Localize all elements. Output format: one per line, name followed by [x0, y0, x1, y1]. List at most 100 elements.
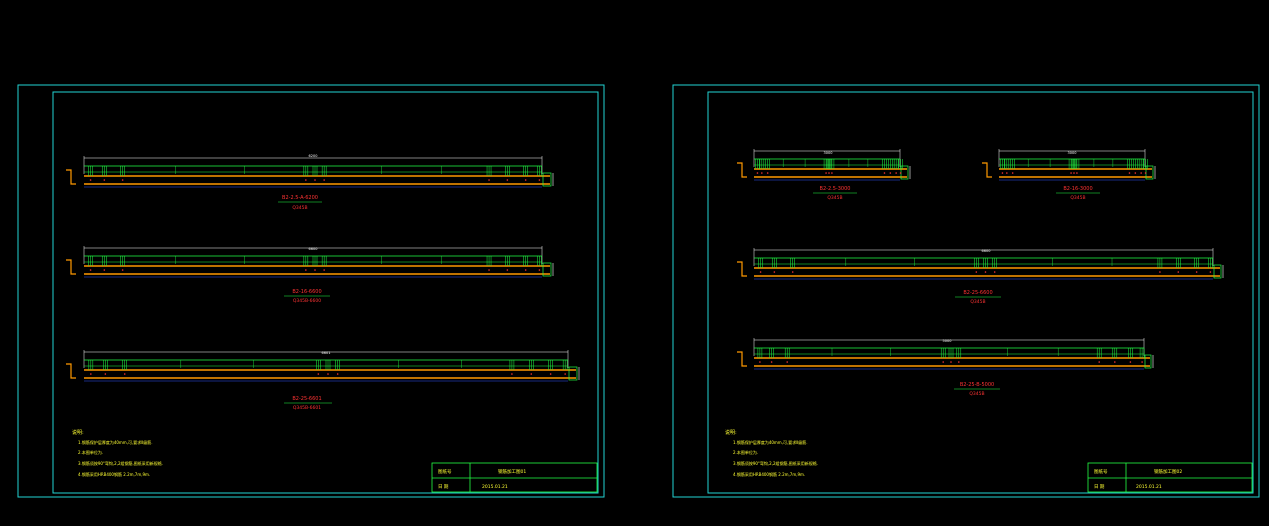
- beam-right-4-stirrup-dot: [950, 361, 952, 363]
- beam-left-3-dim: 6601: [322, 351, 331, 355]
- beam-right-2-stirrup-dot: [1011, 172, 1014, 174]
- beam-right-2-code: B2-16-3000: [1063, 186, 1092, 192]
- beam-left-1-dim: 6200: [309, 154, 318, 158]
- beam-right-3-stirrup-dot: [984, 271, 987, 273]
- beam-right-2-stirrup-dot: [1128, 172, 1131, 174]
- beam-right-2-stirrup-dot: [1076, 172, 1078, 174]
- title-block-right-value-b: 2015.01.21: [1136, 484, 1162, 490]
- beam-left-1-stirrup-dot: [488, 179, 490, 181]
- beam-right-2-stirrup-dot: [1144, 172, 1147, 174]
- beam-left-2-stirrup-dot: [488, 269, 490, 271]
- beam-left-3-stirrup-dot: [123, 373, 126, 375]
- beam-right-4-stirrup-dot: [1129, 361, 1132, 363]
- beam-left-2-sub: Q345B-6600: [293, 298, 321, 304]
- beam-left-2-stirrup-dot: [121, 269, 124, 271]
- model-space-background: [0, 0, 1269, 526]
- beam-left-3-sub: Q345B-6601: [293, 405, 321, 411]
- beam-right-3-sub: Q345B: [970, 299, 985, 305]
- title-block-left-value-a: 钢筋加工图01: [498, 468, 526, 475]
- beam-right-1-stirrup-dot: [761, 172, 763, 174]
- beam-right-3-stirrup-dot: [759, 271, 762, 273]
- beam-left-3-stirrup-dot: [511, 373, 513, 375]
- beam-left-1-stirrup-dot: [314, 179, 316, 181]
- beam-right-1-stirrup-dot: [883, 172, 886, 174]
- beam-right-4-dim: 5000: [943, 339, 952, 343]
- beam-right-1-stirrup-dot: [766, 172, 769, 174]
- notes-right-item-1: 1.钢筋保护层厚度为40mm,可,要求Ⅱ级筋.: [733, 439, 807, 445]
- notes-right-item-2: 2.本图单位为.: [733, 449, 758, 455]
- beam-right-4-stirrup-dot: [770, 361, 773, 363]
- title-block-left-label-b: 日 期: [438, 484, 449, 490]
- beam-left-2-stirrup-dot: [538, 269, 541, 271]
- beam-left-1-stirrup-dot: [506, 179, 509, 181]
- beam-right-2-sub: Q345B: [1070, 195, 1085, 201]
- beam-left-2-stirrup-dot: [305, 269, 307, 271]
- beam-right-2-stirrup-dot: [1140, 172, 1142, 174]
- beam-left-1-stirrup-dot: [103, 179, 106, 181]
- cad-drawing-canvas: B2-2.5-A-6200 Q345B 6200 B2-16-6600 Q345…: [0, 0, 1269, 526]
- beam-left-3-stirrup-dot: [327, 373, 329, 375]
- beam-right-3-stirrup-dot: [791, 271, 794, 273]
- beam-left-1-stirrup-dot: [538, 179, 541, 181]
- beam-left-3-stirrup-dot: [90, 373, 92, 375]
- beam-left-2-stirrup-dot: [103, 269, 106, 271]
- beam-left-3-stirrup-dot: [549, 373, 552, 375]
- beam-right-1-stirrup-dot: [895, 172, 897, 174]
- beam-right-1-stirrup-dot: [831, 172, 833, 174]
- beam-right-3-stirrup-dot: [773, 271, 776, 273]
- title-block-right-label-b: 日 期: [1094, 484, 1105, 490]
- notes-right-item-4: 4.钢筋采用HRB400钢筋 2.2m,7m,9m.: [733, 471, 805, 477]
- beam-right-4-stirrup-dot: [786, 361, 788, 363]
- beam-right-3-stirrup-dot: [1159, 271, 1161, 273]
- beam-left-3-stirrup-dot: [336, 373, 339, 375]
- beam-right-4-stirrup-dot: [942, 361, 944, 363]
- beam-left-2-stirrup-dot: [89, 269, 92, 271]
- notes-right-heading: 说明:: [725, 429, 737, 436]
- beam-left-1-stirrup-dot: [89, 179, 92, 181]
- title-block-right-value-a: 钢筋加工图02: [1154, 468, 1182, 475]
- beam-right-1-sub: Q345B: [827, 195, 842, 201]
- beam-right-2-stirrup-dot: [1001, 172, 1004, 174]
- beam-left-1-sub: Q345B: [292, 205, 307, 211]
- beam-left-2-stirrup-dot: [323, 269, 325, 271]
- beam-left-2-stirrup-dot: [506, 269, 509, 271]
- beam-right-4-sub: Q345B: [969, 391, 984, 397]
- beam-right-1-dim: 3000: [824, 151, 833, 155]
- title-block-left-label-a: 图纸号: [438, 468, 452, 475]
- beam-right-4-stirrup-dot: [1098, 361, 1100, 363]
- beam-left-3-code: B2-25-6601: [292, 396, 321, 402]
- beam-right-1-code: B2-2.5-3000: [820, 186, 851, 192]
- beam-left-2-stirrup-dot: [524, 269, 527, 271]
- beam-right-2-stirrup-dot: [1006, 172, 1008, 174]
- notes-left-heading: 说明:: [72, 429, 84, 436]
- beam-right-4-code: B2-25-B-5000: [960, 382, 994, 388]
- beam-right-3-stirrup-dot: [1195, 271, 1198, 273]
- beam-right-1-stirrup-dot: [889, 172, 892, 174]
- beam-right-4-stirrup-dot: [1141, 361, 1143, 363]
- beam-right-2-stirrup-dot: [1073, 172, 1075, 174]
- beam-left-1-stirrup-dot: [323, 179, 325, 181]
- notes-left-item-4: 4.钢筋采用HRB400钢筋 2.2m,7m,9m.: [78, 471, 150, 477]
- beam-left-2-code: B2-16-6600: [292, 289, 321, 295]
- beam-right-3-stirrup-dot: [1209, 271, 1212, 273]
- notes-left-item-1: 1.钢筋保护层厚度为40mm,可,要求Ⅱ级筋.: [78, 439, 152, 445]
- beam-right-1-stirrup-dot: [825, 172, 827, 174]
- beam-right-1-stirrup-dot: [828, 172, 830, 174]
- beam-right-4-stirrup-dot: [1114, 361, 1116, 363]
- beam-left-3-stirrup-dot: [104, 373, 107, 375]
- notes-right-item-3: 3.钢筋须按90°弯钩,2,2组钢筋,图纸采用新规格.: [733, 460, 818, 466]
- notes-left-item-3: 3.钢筋须按90°弯钩,2,2组钢筋,图纸采用新规格.: [78, 460, 163, 466]
- beam-right-3-stirrup-dot: [975, 271, 978, 273]
- beam-right-2-stirrup-dot: [1070, 172, 1072, 174]
- beam-left-2-stirrup-dot: [314, 269, 316, 271]
- beam-left-3-stirrup-dot: [530, 373, 533, 375]
- beam-left-1-code: B2-2.5-A-6200: [282, 195, 318, 201]
- beam-right-1-stirrup-dot: [899, 172, 902, 174]
- title-block-right-label-a: 图纸号: [1094, 468, 1108, 475]
- title-block-left-value-b: 2015.01.21: [482, 484, 508, 490]
- beam-right-3-dim: 6600: [982, 249, 991, 253]
- beam-left-2-dim: 6600: [309, 247, 318, 251]
- beam-right-4-stirrup-dot: [759, 361, 761, 363]
- beam-right-1-stirrup-dot: [756, 172, 759, 174]
- beam-left-1-stirrup-dot: [121, 179, 124, 181]
